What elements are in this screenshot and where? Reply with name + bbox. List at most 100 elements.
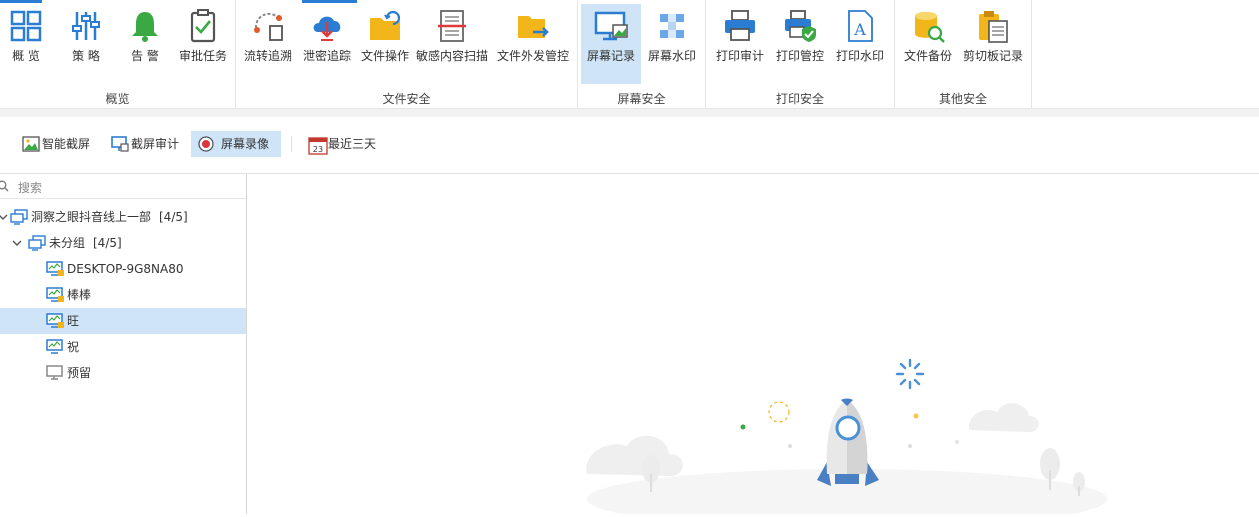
print-audit-button[interactable]: 打印审计	[712, 4, 768, 84]
smart-capture-label: 智能截屏	[42, 137, 91, 151]
clipboard-record-icon	[979, 11, 1008, 43]
overview-grid-icon	[10, 10, 42, 42]
device-label: 棒棒	[67, 288, 92, 302]
sensitive-scan-icon	[438, 10, 466, 42]
ribbon: 概 览 策 略 告 警 审批任务 概览 流转追溯 泄密追踪 文件操作 敏感内容扫…	[0, 0, 1259, 109]
leak-cloud-icon	[313, 16, 341, 41]
print-watermark-icon: A	[848, 10, 873, 42]
approval-clipboard-icon	[190, 9, 216, 43]
ribbon-group-file-security: 流转追溯 泄密追踪 文件操作 敏感内容扫描 文件外发管控 文件安全	[236, 0, 578, 108]
leak-trace-label: 泄密追踪	[302, 49, 351, 63]
flow-trace-label: 流转追溯	[243, 49, 292, 63]
search-input[interactable]: 搜索	[0, 174, 246, 199]
ribbon-group-screen-security: 屏幕记录 屏幕水印 屏幕安全	[578, 0, 706, 108]
group-label-file-security: 文件安全	[382, 92, 431, 106]
tree-device-item[interactable]: 预留	[0, 360, 246, 386]
ribbon-separator	[0, 109, 1259, 117]
outgoing-control-label: 文件外发管控	[496, 49, 569, 63]
date-range-label: 最近三天	[328, 137, 377, 151]
file-backup-icon	[915, 12, 945, 43]
device-tree-panel: 搜索 洞察之眼抖音线上一部 [4/5] 未分组 [4/5] DESKTOP-9G…	[0, 174, 247, 514]
screen-video-button[interactable]: 屏幕录像	[191, 131, 281, 157]
online-computer-locked-icon	[46, 261, 64, 276]
print-control-label: 打印管控	[775, 49, 824, 63]
print-watermark-label: 打印水印	[835, 49, 884, 63]
search-icon	[0, 180, 9, 192]
search-placeholder: 搜索	[18, 181, 43, 195]
tree-group[interactable]: 未分组 [4/5]	[0, 230, 246, 256]
file-backup-label: 文件备份	[903, 49, 952, 63]
capture-audit-button[interactable]: 截屏审计	[105, 131, 185, 157]
clipboard-record-button[interactable]: 剪切板记录	[960, 4, 1026, 84]
tree-root-count: [4/5]	[159, 210, 188, 224]
file-operation-folder-icon	[370, 10, 401, 40]
alarm-bell-icon	[132, 12, 158, 42]
flow-trace-icon	[254, 12, 283, 41]
screen-watermark-label: 屏幕水印	[647, 49, 696, 63]
content-area	[247, 174, 1259, 517]
screen-record-label: 屏幕记录	[586, 49, 635, 63]
print-audit-icon	[725, 10, 755, 41]
overview-button[interactable]: 概 览	[2, 4, 50, 84]
tree-device-item-selected[interactable]: 旺	[0, 308, 246, 334]
group-label-other-security: 其他安全	[938, 92, 987, 106]
date-range-button[interactable]: 23 最近三天	[302, 131, 382, 157]
chevron-down-icon[interactable]	[0, 212, 8, 222]
screen-video-label: 屏幕录像	[221, 137, 270, 151]
computer-group-icon	[28, 235, 46, 251]
empty-state-rocket-illustration	[586, 358, 1107, 517]
device-label: 预留	[67, 366, 92, 380]
group-label-print-security: 打印安全	[775, 92, 824, 106]
svg-text:A: A	[853, 20, 866, 39]
online-computer-locked-icon	[46, 287, 64, 302]
toolbar-divider	[291, 136, 292, 152]
policy-button[interactable]: 策 略	[62, 4, 110, 84]
approval-button[interactable]: 审批任务	[175, 4, 231, 84]
device-label: 祝	[67, 340, 80, 354]
screen-watermark-button[interactable]: 屏幕水印	[644, 4, 700, 84]
screen-record-button[interactable]: 屏幕记录	[581, 4, 641, 84]
clipboard-record-label: 剪切板记录	[962, 49, 1023, 63]
alarm-button[interactable]: 告 警	[121, 4, 169, 84]
sensitive-scan-button[interactable]: 敏感内容扫描	[414, 4, 490, 84]
online-computer-locked-icon	[46, 313, 64, 328]
print-control-icon	[785, 10, 816, 42]
capture-audit-label: 截屏审计	[131, 137, 180, 151]
sub-toolbar: 智能截屏 截屏审计 屏幕录像 23 最近三天	[0, 117, 1259, 174]
overview-label: 概 览	[12, 49, 40, 63]
smart-capture-button[interactable]: 智能截屏	[16, 131, 96, 157]
alarm-label: 告 警	[131, 49, 159, 63]
outgoing-control-button[interactable]: 文件外发管控	[494, 4, 572, 84]
tree-device-item[interactable]: DESKTOP-9G8NA80	[0, 256, 246, 282]
ribbon-group-overview: 概 览 策 略 告 警 审批任务 概览	[0, 0, 236, 108]
monitor-capture-icon	[111, 136, 129, 152]
outgoing-file-control-icon	[518, 16, 549, 38]
approval-label: 审批任务	[178, 49, 227, 63]
print-audit-label: 打印审计	[715, 49, 764, 63]
leak-trace-button[interactable]: 泄密追踪	[300, 4, 354, 84]
device-label: 旺	[67, 314, 80, 328]
tree-root[interactable]: 洞察之眼抖音线上一部 [4/5]	[0, 204, 246, 230]
offline-computer-icon	[46, 365, 63, 380]
ribbon-group-other-security: 文件备份 剪切板记录 其他安全	[895, 0, 1032, 108]
computer-group-icon	[10, 209, 28, 225]
tree-root-label: 洞察之眼抖音线上一部	[31, 210, 152, 224]
tree-device-item[interactable]: 祝	[0, 334, 246, 360]
file-backup-button[interactable]: 文件备份	[900, 4, 956, 84]
ribbon-group-print-security: 打印审计 打印管控 A 打印水印 打印安全	[706, 0, 895, 108]
group-label-screen-security: 屏幕安全	[617, 92, 666, 106]
screen-record-icon	[594, 11, 628, 41]
device-label: DESKTOP-9G8NA80	[67, 262, 184, 276]
calendar-day: 23	[313, 145, 323, 154]
file-operation-button[interactable]: 文件操作	[358, 4, 412, 84]
policy-sliders-icon	[72, 12, 100, 40]
tree-group-label: 未分组	[49, 236, 86, 250]
print-watermark-button[interactable]: A 打印水印	[832, 4, 888, 84]
chevron-down-icon[interactable]	[12, 238, 22, 248]
flow-trace-button[interactable]: 流转追溯	[242, 4, 294, 84]
sensitive-scan-label: 敏感内容扫描	[415, 49, 488, 63]
print-control-button[interactable]: 打印管控	[772, 4, 828, 84]
tree-device-item[interactable]: 棒棒	[0, 282, 246, 308]
online-computer-icon	[46, 339, 63, 354]
group-label-overview: 概览	[105, 92, 130, 106]
